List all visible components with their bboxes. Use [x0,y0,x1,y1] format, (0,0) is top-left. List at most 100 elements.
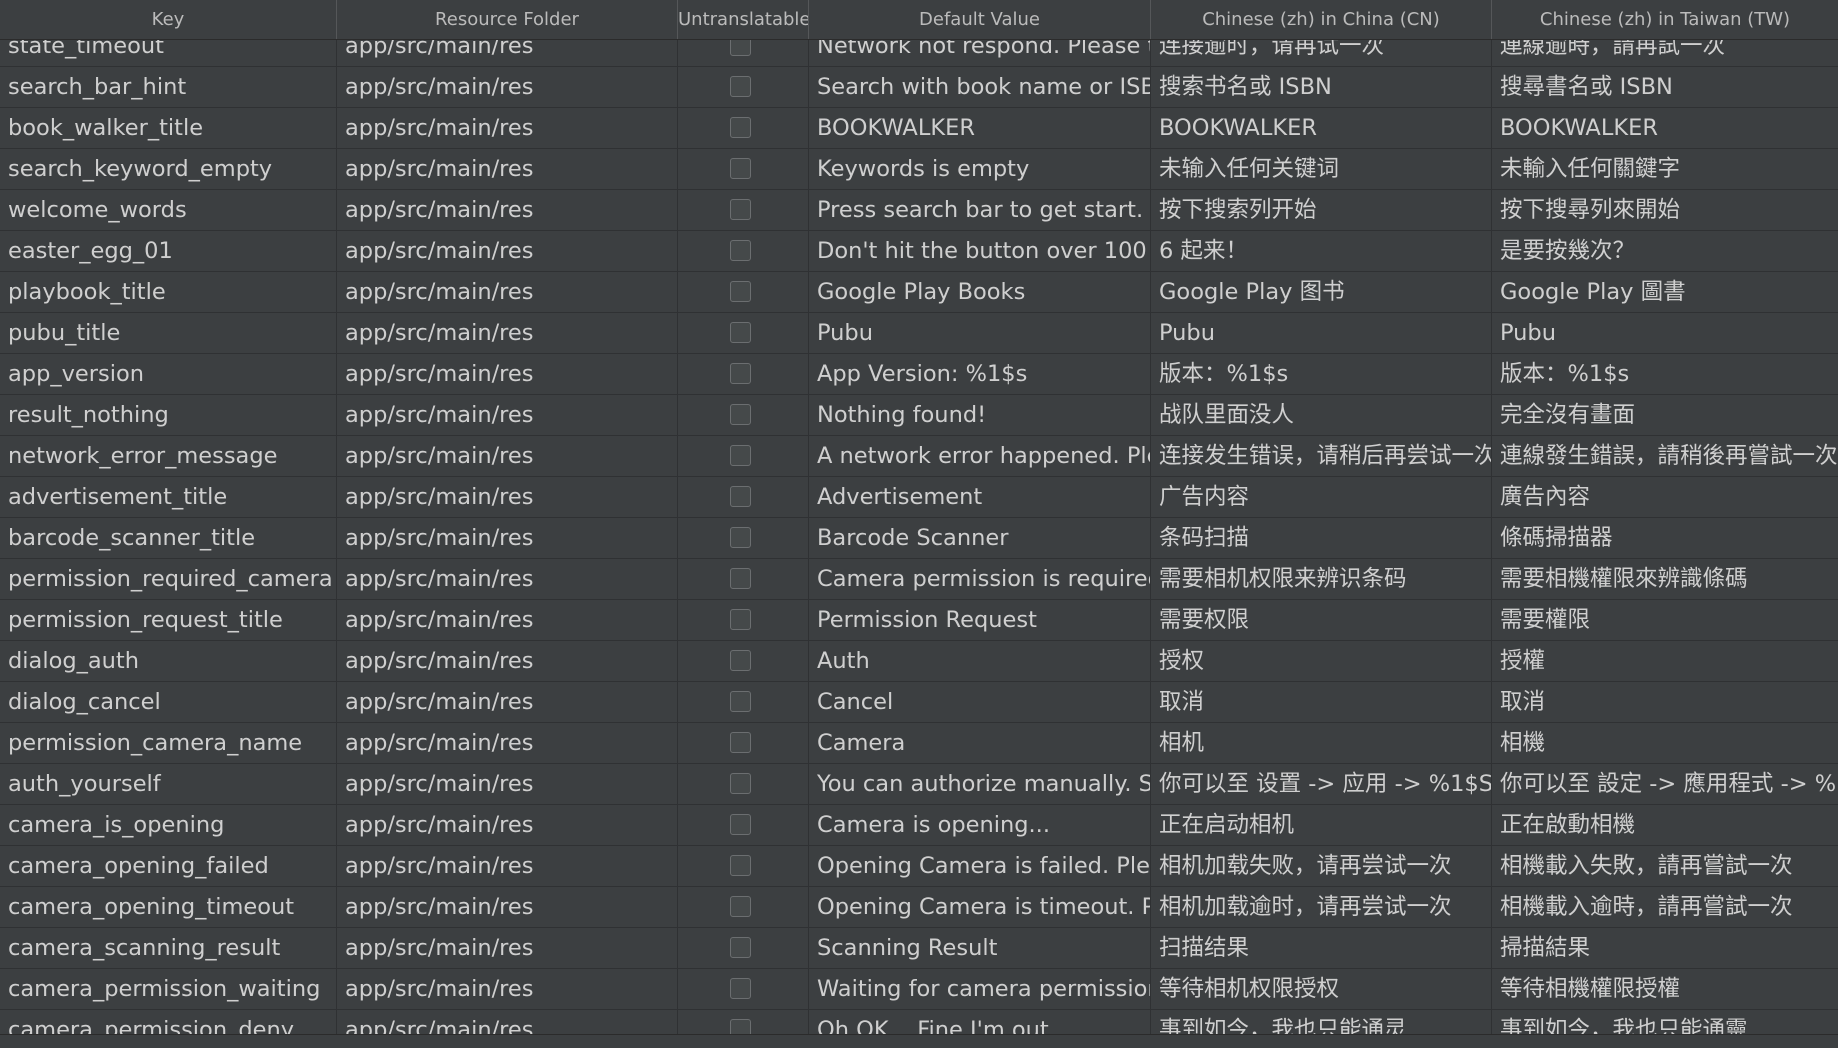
key-cell[interactable]: camera_scanning_result [0,928,337,968]
zh-cn-value-cell[interactable]: 等待相机权限授权 [1151,969,1492,1009]
zh-tw-value-cell[interactable]: 授權 [1492,641,1838,681]
default-value-cell[interactable]: Camera permission is required [809,559,1151,599]
zh-tw-value-cell[interactable]: 條碼掃描器 [1492,518,1838,558]
untranslatable-checkbox[interactable] [730,158,751,179]
zh-tw-value-cell[interactable]: 搜尋書名或 ISBN [1492,67,1838,107]
table-row[interactable]: permission_required_camera app/src/main/… [0,559,1838,600]
untranslatable-checkbox[interactable] [730,568,751,589]
default-value-cell[interactable]: Camera [809,723,1151,763]
untranslatable-checkbox[interactable] [730,363,751,384]
zh-cn-value-cell[interactable]: 未输入任何关键词 [1151,149,1492,189]
default-value-cell[interactable]: BOOKWALKER [809,108,1151,148]
key-cell[interactable]: book_walker_title [0,108,337,148]
untranslatable-checkbox[interactable] [730,814,751,835]
zh-cn-value-cell[interactable]: BOOKWALKER [1151,108,1492,148]
table-row[interactable]: permission_camera_name app/src/main/res … [0,723,1838,764]
column-header-untranslatable[interactable]: Untranslatable [678,0,809,39]
column-header-chinese-cn[interactable]: Chinese (zh) in China (CN) [1151,0,1492,39]
untranslatable-checkbox[interactable] [730,855,751,876]
zh-cn-value-cell[interactable]: 事到如今，我也只能通灵 [1151,1010,1492,1034]
table-row[interactable]: camera_opening_failed app/src/main/res O… [0,846,1838,887]
untranslatable-checkbox[interactable] [730,609,751,630]
column-header-resource-folder[interactable]: Resource Folder [337,0,678,39]
zh-tw-value-cell[interactable]: 連線逾時，請再試一次 [1492,40,1838,66]
default-value-cell[interactable]: Auth [809,641,1151,681]
key-cell[interactable]: playbook_title [0,272,337,312]
zh-cn-value-cell[interactable]: 你可以至 设置 -> 应用 -> %1$S [1151,764,1492,804]
key-cell[interactable]: result_nothing [0,395,337,435]
table-row[interactable]: result_nothing app/src/main/res Nothing … [0,395,1838,436]
zh-cn-value-cell[interactable]: 战队里面没人 [1151,395,1492,435]
zh-cn-value-cell[interactable]: 条码扫描 [1151,518,1492,558]
key-cell[interactable]: welcome_words [0,190,337,230]
zh-tw-value-cell[interactable]: 掃描結果 [1492,928,1838,968]
zh-cn-value-cell[interactable]: 需要相机权限来辨识条码 [1151,559,1492,599]
zh-tw-value-cell[interactable]: 完全沒有畫面 [1492,395,1838,435]
key-cell[interactable]: dialog_cancel [0,682,337,722]
zh-cn-value-cell[interactable]: 需要权限 [1151,600,1492,640]
untranslatable-checkbox[interactable] [730,199,751,220]
table-row[interactable]: app_version app/src/main/res App Version… [0,354,1838,395]
untranslatable-checkbox[interactable] [730,240,751,261]
untranslatable-checkbox[interactable] [730,650,751,671]
default-value-cell[interactable]: Press search bar to get start. [809,190,1151,230]
untranslatable-checkbox[interactable] [730,691,751,712]
default-value-cell[interactable]: Oh OK... Fine I'm out. [809,1010,1151,1034]
zh-tw-value-cell[interactable]: BOOKWALKER [1492,108,1838,148]
table-row[interactable]: dialog_auth app/src/main/res Auth 授权 授權 [0,641,1838,682]
zh-cn-value-cell[interactable]: 版本：%1$s [1151,354,1492,394]
zh-cn-value-cell[interactable]: 相机 [1151,723,1492,763]
zh-tw-value-cell[interactable]: 相機 [1492,723,1838,763]
zh-cn-value-cell[interactable]: 相机加载逾时，请再尝试一次 [1151,887,1492,927]
default-value-cell[interactable]: Network not respond. Please tr [809,40,1151,66]
zh-cn-value-cell[interactable]: 搜索书名或 ISBN [1151,67,1492,107]
key-cell[interactable]: pubu_title [0,313,337,353]
default-value-cell[interactable]: Waiting for camera permission [809,969,1151,1009]
zh-cn-value-cell[interactable]: 连接逾时，请再试一次 [1151,40,1492,66]
key-cell[interactable]: permission_camera_name [0,723,337,763]
untranslatable-checkbox[interactable] [730,76,751,97]
default-value-cell[interactable]: Opening Camera is timeout. Pl [809,887,1151,927]
zh-tw-value-cell[interactable]: 取消 [1492,682,1838,722]
default-value-cell[interactable]: App Version: %1$s [809,354,1151,394]
key-cell[interactable]: advertisement_title [0,477,337,517]
table-row[interactable]: network_error_message app/src/main/res A… [0,436,1838,477]
table-row[interactable]: dialog_cancel app/src/main/res Cancel 取消… [0,682,1838,723]
untranslatable-checkbox[interactable] [730,322,751,343]
table-row[interactable]: book_walker_title app/src/main/res BOOKW… [0,108,1838,149]
table-row[interactable]: camera_scanning_result app/src/main/res … [0,928,1838,969]
zh-tw-value-cell[interactable]: Pubu [1492,313,1838,353]
key-cell[interactable]: dialog_auth [0,641,337,681]
table-row[interactable]: pubu_title app/src/main/res Pubu Pubu Pu… [0,313,1838,354]
untranslatable-checkbox[interactable] [730,486,751,507]
untranslatable-checkbox[interactable] [730,117,751,138]
zh-tw-value-cell[interactable]: 你可以至 設定 -> 應用程式 -> % [1492,764,1838,804]
zh-cn-value-cell[interactable]: 广告内容 [1151,477,1492,517]
column-header-chinese-tw[interactable]: Chinese (zh) in Taiwan (TW) [1492,0,1838,39]
key-cell[interactable]: state_timeout [0,40,337,66]
key-cell[interactable]: auth_yourself [0,764,337,804]
table-row[interactable]: state_timeout app/src/main/res Network n… [0,40,1838,67]
zh-tw-value-cell[interactable]: 正在啟動相機 [1492,805,1838,845]
zh-cn-value-cell[interactable]: 6 起来！ [1151,231,1492,271]
default-value-cell[interactable]: You can authorize manually. Si [809,764,1151,804]
default-value-cell[interactable]: A network error happened. Plea [809,436,1151,476]
zh-cn-value-cell[interactable]: 授权 [1151,641,1492,681]
table-row[interactable]: camera_is_opening app/src/main/res Camer… [0,805,1838,846]
untranslatable-checkbox[interactable] [730,896,751,917]
key-cell[interactable]: network_error_message [0,436,337,476]
untranslatable-checkbox[interactable] [730,404,751,425]
untranslatable-checkbox[interactable] [730,445,751,466]
table-row[interactable]: camera_permission_deny app/src/main/res … [0,1010,1838,1034]
table-row[interactable]: barcode_scanner_title app/src/main/res B… [0,518,1838,559]
default-value-cell[interactable]: Cancel [809,682,1151,722]
untranslatable-checkbox[interactable] [730,937,751,958]
untranslatable-checkbox[interactable] [730,773,751,794]
untranslatable-checkbox[interactable] [730,978,751,999]
table-row[interactable]: auth_yourself app/src/main/res You can a… [0,764,1838,805]
key-cell[interactable]: permission_request_title [0,600,337,640]
table-row[interactable]: playbook_title app/src/main/res Google P… [0,272,1838,313]
zh-cn-value-cell[interactable]: 取消 [1151,682,1492,722]
zh-tw-value-cell[interactable]: 版本：%1$s [1492,354,1838,394]
default-value-cell[interactable]: Keywords is empty [809,149,1151,189]
